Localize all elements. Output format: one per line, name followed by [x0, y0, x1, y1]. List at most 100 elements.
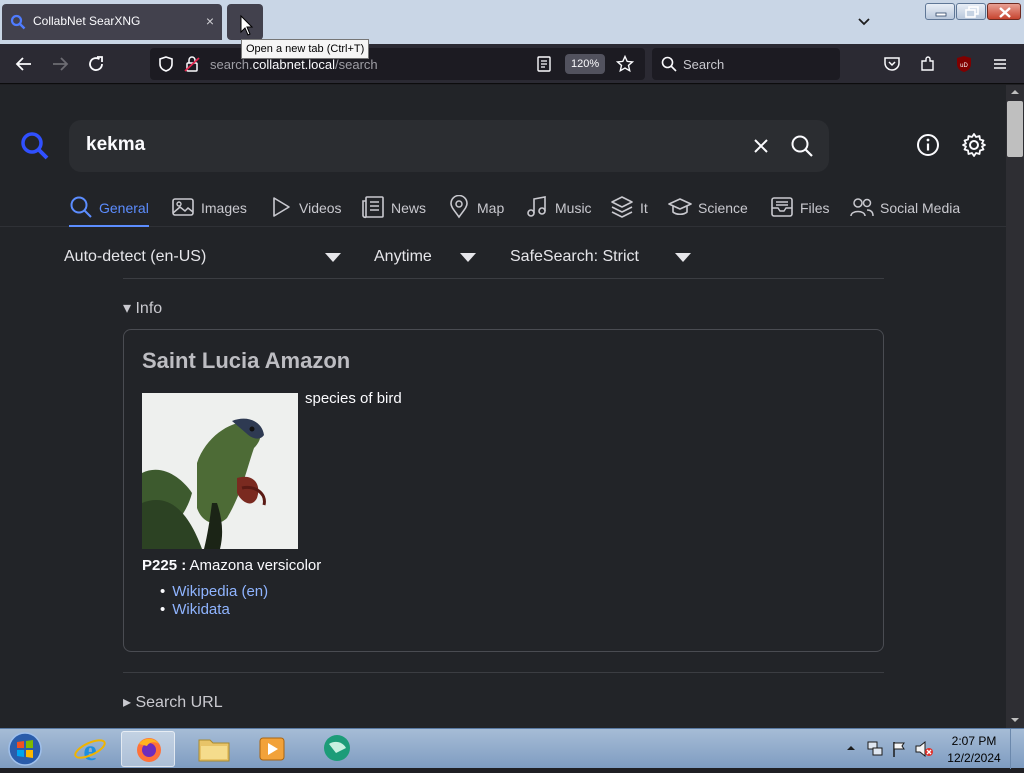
pocket-icon[interactable]: [883, 55, 901, 73]
tab-it[interactable]: It: [610, 195, 648, 225]
tracking-shield-icon[interactable]: [157, 55, 175, 73]
clear-search-close-icon[interactable]: [750, 135, 772, 157]
tab-label: Social Media: [880, 200, 961, 216]
folder-icon: [198, 739, 230, 762]
attribute-value: Amazona versicolor: [186, 557, 322, 574]
tab-collabnet-searxng[interactable]: CollabNet SearXNG ×: [2, 4, 222, 40]
tab-label: General: [99, 200, 149, 216]
search-icon: [70, 196, 92, 218]
infobox-links: Wikipedia (en) Wikidata: [172, 583, 268, 619]
play-icon: [273, 197, 290, 217]
tab-general[interactable]: General: [69, 195, 149, 227]
graduation-cap-icon: [668, 198, 692, 216]
list-all-tabs-chevron-down-icon[interactable]: [856, 14, 872, 30]
taskbar-app[interactable]: [310, 731, 364, 767]
insecure-lock-icon[interactable]: [183, 55, 201, 73]
search-input[interactable]: [86, 134, 686, 156]
searxng-favicon-icon: [10, 14, 26, 30]
ublock-origin-icon[interactable]: uD: [955, 55, 973, 73]
network-icon[interactable]: [866, 740, 884, 758]
new-tab-button[interactable]: [227, 4, 263, 40]
inbox-icon: [771, 197, 793, 217]
language-dropdown-arrow-icon[interactable]: [325, 253, 341, 262]
zoom-level-badge[interactable]: 120%: [565, 54, 606, 74]
users-icon: [850, 198, 874, 217]
clock-time[interactable]: 2:07 PM: [950, 734, 998, 748]
link-wikidata[interactable]: Wikidata: [172, 601, 268, 619]
window-close-button[interactable]: [987, 3, 1021, 20]
url-host: collabnet.local: [252, 57, 336, 72]
bookmark-star-icon[interactable]: [616, 55, 634, 73]
page-scrollbar[interactable]: [1006, 85, 1024, 728]
windows-start-button-icon[interactable]: [5, 731, 45, 767]
link-wikipedia[interactable]: Wikipedia (en): [172, 583, 268, 601]
searxng-results-page: General Images Videos News Map Music It: [0, 85, 1006, 728]
scroll-down-arrow-icon[interactable]: [1006, 713, 1024, 727]
tab-images[interactable]: Images: [171, 195, 247, 225]
language-select[interactable]: Auto-detect (en-US): [64, 248, 206, 266]
window-minimize-button[interactable]: [925, 3, 955, 20]
infobox-attribute: P225 : Amazona versicolor: [142, 557, 321, 574]
url-text[interactable]: search.collabnet.local/search: [210, 57, 378, 72]
searxng-logo-icon[interactable]: [20, 131, 50, 161]
tab-map[interactable]: Map: [447, 195, 504, 225]
tab-news[interactable]: News: [361, 195, 426, 225]
search-url-summary-toggle[interactable]: ▸ Search URL: [123, 692, 223, 712]
safesearch-dropdown-arrow-icon[interactable]: [675, 253, 691, 262]
extensions-puzzle-icon[interactable]: [919, 55, 937, 73]
clock-date[interactable]: 12/2/2024: [946, 751, 1002, 765]
taskbar-firefox[interactable]: [121, 731, 175, 767]
internet-explorer-icon: e: [74, 734, 106, 767]
taskbar-media-player[interactable]: [245, 731, 299, 767]
firefox-icon: [137, 738, 161, 762]
tab-label: Science: [698, 200, 748, 216]
tab-music[interactable]: Music: [525, 195, 592, 225]
tab-social-media[interactable]: Social Media: [850, 195, 960, 225]
show-desktop-button[interactable]: [1010, 729, 1024, 769]
url-prefix: search.: [210, 57, 253, 72]
back-arrow-icon[interactable]: [15, 55, 33, 73]
browser-titlebar: CollabNet SearXNG × Open a new tab (Ctrl…: [0, 0, 1024, 59]
volume-muted-icon[interactable]: [914, 740, 934, 758]
browser-search-bar[interactable]: Search: [652, 48, 840, 80]
scrollbar-thumb[interactable]: [1007, 101, 1023, 157]
info-summary-toggle[interactable]: ▾ Info: [123, 298, 162, 318]
tab-files[interactable]: Files: [770, 195, 830, 225]
info-icon[interactable]: [916, 133, 940, 157]
category-tabs: General Images Videos News Map Music It: [0, 189, 1006, 227]
media-player-icon: [259, 737, 285, 761]
search-icon: [661, 56, 677, 72]
tab-close-icon[interactable]: ×: [206, 13, 214, 29]
safesearch-select[interactable]: SafeSearch: Strict: [510, 248, 639, 266]
hamburger-menu-icon[interactable]: [991, 55, 1009, 73]
time-range-dropdown-arrow-icon[interactable]: [460, 253, 476, 262]
reload-icon[interactable]: [87, 55, 105, 73]
address-bar[interactable]: search.collabnet.local/search 120%: [150, 48, 645, 80]
app-bubble-icon: [324, 735, 350, 761]
taskbar-file-explorer[interactable]: [187, 731, 241, 767]
tab-label: Videos: [299, 200, 342, 216]
preferences-gear-icon[interactable]: [961, 132, 987, 158]
url-path: /search: [335, 57, 378, 72]
windows-taskbar: e 2:07 PM 12/2/2024: [0, 728, 1024, 769]
infobox-image-parrot[interactable]: [142, 393, 298, 549]
newspaper-icon: [362, 196, 384, 219]
reader-view-icon[interactable]: [536, 56, 552, 72]
browser-navbar: search.collabnet.local/search 120% Searc…: [0, 44, 1024, 84]
search-submit-icon[interactable]: [790, 134, 814, 158]
action-center-flag-icon[interactable]: [890, 740, 908, 758]
search-filters: Auto-detect (en-US) Anytime SafeSearch: …: [0, 237, 1006, 277]
svg-text:uD: uD: [960, 63, 968, 69]
attribute-label: P225 :: [142, 557, 187, 574]
forward-arrow-icon[interactable]: [51, 55, 69, 73]
divider: [123, 278, 884, 279]
taskbar-internet-explorer[interactable]: e: [63, 731, 117, 767]
window-restore-button[interactable]: [956, 3, 986, 20]
tab-videos[interactable]: Videos: [269, 195, 342, 225]
show-hidden-icons-chevron-up-icon[interactable]: [846, 743, 856, 753]
time-range-select[interactable]: Anytime: [374, 248, 432, 266]
tab-science[interactable]: Science: [668, 195, 748, 225]
search-form: [69, 120, 829, 172]
scroll-up-arrow-icon[interactable]: [1006, 85, 1024, 99]
tab-label: It: [640, 200, 648, 216]
